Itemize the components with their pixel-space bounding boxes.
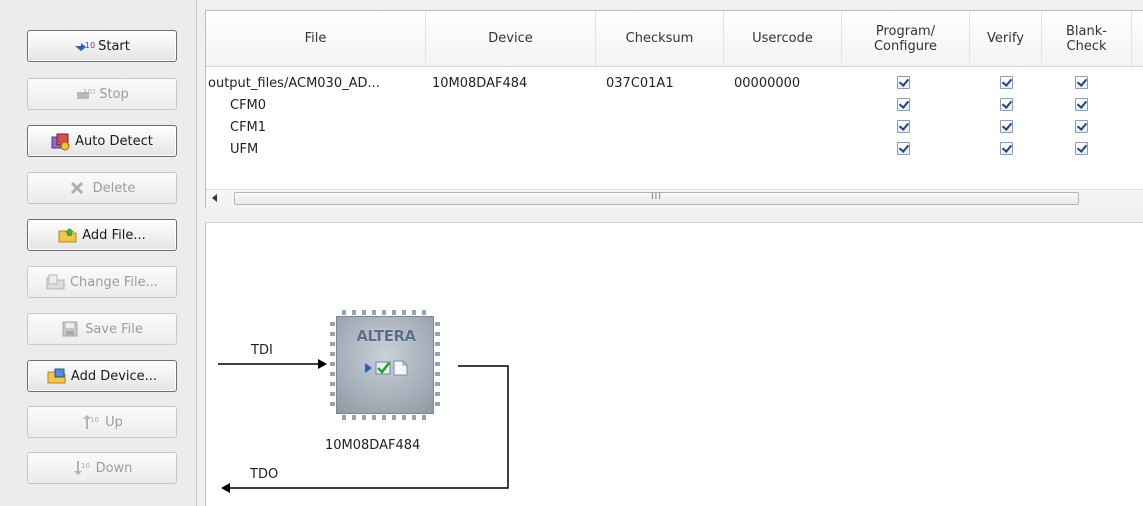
device-chip[interactable]: ALTERA	[328, 308, 442, 422]
row-file: output_files/ACM030_AD...	[208, 76, 380, 91]
program-checkbox[interactable]	[897, 120, 910, 133]
column-header-verify-label: Verify	[987, 31, 1024, 46]
jtag-chain-view: TDI TDO ALTERA 10M08DAF484	[205, 222, 1143, 506]
change-file-button-label: Change File...	[69, 274, 159, 290]
column-header-program-configure[interactable]: Program/ Configure	[842, 11, 970, 66]
delete-icon	[69, 180, 87, 196]
up-button-label: Up	[105, 414, 123, 430]
column-header-verify[interactable]: Verify	[970, 11, 1042, 66]
add-device-button[interactable]: Add Device...	[27, 360, 177, 392]
svg-text:10: 10	[90, 416, 99, 424]
svg-text:101: 101	[85, 41, 96, 50]
scroll-left-arrow-icon[interactable]	[212, 194, 217, 202]
delete-button[interactable]: Delete	[27, 172, 177, 204]
horizontal-scrollbar[interactable]: III	[206, 189, 1143, 208]
column-header-device-label: Device	[488, 31, 533, 46]
add-file-button-label: Add File...	[82, 227, 146, 243]
table-row[interactable]: CFM0	[206, 95, 1143, 117]
down-button[interactable]: 10 Down	[27, 452, 177, 484]
program-checkbox[interactable]	[897, 142, 910, 155]
column-header-file[interactable]: File	[206, 11, 426, 66]
chip-status-icons	[363, 359, 413, 377]
table-row[interactable]: output_files/ACM030_AD... 10M08DAF484 03…	[206, 73, 1143, 95]
chip-body: ALTERA	[336, 316, 434, 414]
scrollbar-thumb[interactable]: III	[234, 192, 1079, 205]
save-file-button-label: Save File	[85, 321, 143, 337]
row-usercode: 00000000	[734, 76, 801, 91]
verify-checkbox[interactable]	[1000, 98, 1013, 111]
add-file-button[interactable]: Add File...	[27, 219, 177, 251]
table-row[interactable]: CFM1	[206, 117, 1143, 139]
up-button[interactable]: 10 Up	[27, 406, 177, 438]
table-row[interactable]: UFM	[206, 139, 1143, 161]
program-checkbox[interactable]	[897, 76, 910, 89]
blank-page-icon	[393, 360, 408, 376]
up-icon: 10	[81, 414, 99, 430]
delete-button-label: Delete	[92, 180, 136, 196]
column-header-program-label: Program/	[875, 23, 936, 39]
device-table: File Device Checksum Usercode Program/ C…	[205, 10, 1143, 208]
add-device-button-label: Add Device...	[70, 368, 158, 384]
column-header-usercode-label: Usercode	[752, 31, 813, 46]
tdi-arrow-icon	[318, 359, 327, 369]
column-header-check-label: Check	[1066, 38, 1107, 54]
stop-icon: 101	[75, 86, 95, 102]
row-device: 10M08DAF484	[432, 76, 528, 91]
start-button-label: Start	[98, 38, 130, 54]
column-header-configure-label: Configure	[873, 38, 937, 54]
down-button-label: Down	[95, 460, 133, 476]
scrollbar-grip: III	[651, 192, 662, 202]
blank-check-checkbox[interactable]	[1075, 142, 1088, 155]
row-file: CFM0	[230, 98, 267, 113]
add-device-icon	[47, 368, 66, 384]
altera-logo: ALTERA	[356, 327, 416, 345]
table-header: File Device Checksum Usercode Program/ C…	[206, 11, 1143, 67]
verify-checkbox[interactable]	[1000, 142, 1013, 155]
blank-check-checkbox[interactable]	[1075, 98, 1088, 111]
device-name-label: 10M08DAF484	[325, 438, 421, 453]
add-file-icon	[58, 227, 77, 243]
save-file-icon	[61, 321, 79, 337]
down-icon: 10	[72, 460, 90, 476]
stop-button[interactable]: 101 Stop	[27, 78, 177, 110]
program-checkbox[interactable]	[897, 98, 910, 111]
tdo-arrow-icon	[221, 483, 230, 493]
auto-detect-button[interactable]: Auto Detect	[27, 125, 177, 157]
auto-detect-button-label: Auto Detect	[75, 133, 153, 149]
change-file-button[interactable]: Change File...	[27, 266, 177, 298]
button-panel: 101 Start 101 Stop Auto Detect Delete Ad…	[0, 0, 197, 506]
row-file: UFM	[230, 142, 259, 157]
save-file-button[interactable]: Save File	[27, 313, 177, 345]
column-header-checksum-label: Checksum	[625, 31, 694, 46]
column-header-blank-label: Blank-	[1066, 23, 1107, 39]
tdi-label: TDI	[251, 343, 273, 358]
svg-text:101: 101	[83, 88, 95, 96]
program-arrow-icon	[365, 363, 372, 373]
tdo-label: TDO	[250, 467, 279, 482]
auto-detect-icon	[51, 133, 70, 151]
column-header-usercode[interactable]: Usercode	[724, 11, 842, 66]
change-file-icon	[46, 274, 65, 290]
verify-checkbox[interactable]	[1000, 120, 1013, 133]
column-header-file-label: File	[304, 31, 327, 46]
start-button[interactable]: 101 Start	[27, 30, 177, 62]
column-header-blank-check[interactable]: Blank- Check	[1042, 11, 1132, 66]
column-header-device[interactable]: Device	[426, 11, 596, 66]
stop-button-label: Stop	[99, 86, 129, 102]
start-icon: 101	[74, 38, 96, 54]
row-file: CFM1	[230, 120, 267, 135]
column-header-checksum[interactable]: Checksum	[596, 11, 724, 66]
verify-checkbox[interactable]	[1000, 76, 1013, 89]
blank-check-checkbox[interactable]	[1075, 120, 1088, 133]
svg-text:10: 10	[81, 462, 90, 470]
blank-check-checkbox[interactable]	[1075, 76, 1088, 89]
row-checksum: 037C01A1	[606, 76, 674, 91]
